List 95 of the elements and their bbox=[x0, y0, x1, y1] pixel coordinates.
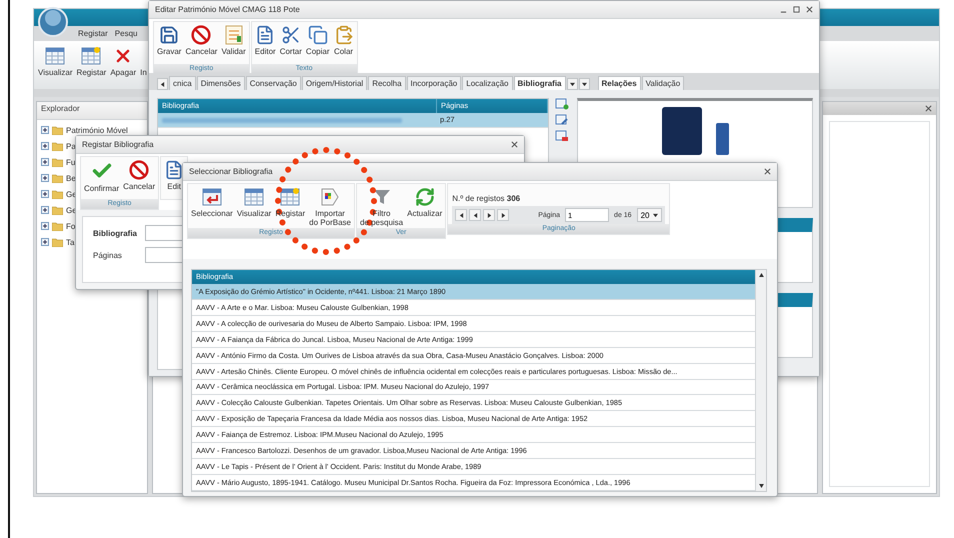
toolbar-button[interactable]: Apagar bbox=[108, 45, 138, 78]
dropdown-button[interactable] bbox=[578, 78, 590, 90]
toolbar-button[interactable]: Validar bbox=[219, 24, 248, 57]
document-icon bbox=[255, 25, 276, 45]
tree-item[interactable]: Ta bbox=[66, 238, 74, 246]
field-label: Bibliografia bbox=[93, 228, 138, 238]
toolbar-button[interactable]: Visualizar bbox=[234, 186, 274, 219]
last-page-button[interactable] bbox=[497, 209, 510, 221]
close-icon[interactable] bbox=[806, 6, 813, 13]
tree-item[interactable]: Fo bbox=[66, 222, 76, 230]
tree-item[interactable]: Património Móvel bbox=[66, 126, 128, 134]
document-icon bbox=[164, 160, 184, 180]
folder-icon bbox=[52, 238, 63, 246]
folder-icon bbox=[52, 222, 63, 230]
toolbar-button[interactable]: Visualizar bbox=[36, 45, 75, 78]
refresh-icon bbox=[414, 187, 435, 207]
toolbar-button[interactable]: Colar bbox=[332, 24, 356, 57]
tree-item[interactable]: Fu bbox=[66, 158, 76, 166]
toolbar-button[interactable]: Cancelar bbox=[183, 24, 220, 57]
window-title: Seleccionar Bibliografia bbox=[189, 167, 273, 176]
page-size-dropdown[interactable]: 20 bbox=[636, 208, 662, 222]
expand-icon[interactable] bbox=[41, 222, 49, 230]
toolbar-button[interactable]: Gravar bbox=[155, 24, 184, 57]
folder-icon bbox=[52, 158, 63, 166]
table-edit-icon[interactable] bbox=[555, 114, 569, 126]
expand-icon[interactable] bbox=[41, 238, 49, 246]
toolbar-button[interactable]: Edit bbox=[162, 159, 186, 192]
close-icon[interactable] bbox=[511, 141, 518, 148]
tab[interactable]: Incorporação bbox=[406, 76, 462, 90]
toolbar-button[interactable]: Cortar bbox=[278, 24, 304, 57]
photo-placeholder bbox=[662, 107, 702, 155]
scroll-down-icon[interactable] bbox=[758, 484, 764, 488]
expand-icon[interactable] bbox=[41, 206, 49, 214]
caret-left-icon bbox=[160, 82, 165, 86]
tree-item[interactable]: Be bbox=[66, 174, 76, 182]
checklist-icon bbox=[224, 25, 244, 45]
photo-placeholder bbox=[716, 123, 728, 155]
tab[interactable]: Bibliografia bbox=[514, 76, 566, 90]
folder-icon bbox=[52, 206, 63, 214]
scroll-left-button[interactable] bbox=[157, 78, 168, 90]
tab[interactable]: Relações bbox=[598, 76, 641, 90]
table-icon bbox=[244, 187, 264, 207]
toolbar-button[interactable]: Confirmar bbox=[82, 159, 122, 194]
close-icon[interactable] bbox=[764, 168, 771, 175]
toolbar-button[interactable]: In bbox=[138, 45, 149, 78]
toolbar-button[interactable]: Importar do PorBase bbox=[307, 186, 353, 228]
tab[interactable]: Conservação bbox=[246, 76, 301, 90]
first-page-button[interactable] bbox=[455, 209, 468, 221]
tab[interactable]: Validação bbox=[642, 76, 684, 90]
table-icon bbox=[45, 46, 66, 66]
toolbar-button[interactable]: Actualizar bbox=[405, 186, 444, 219]
next-page-button[interactable] bbox=[483, 209, 496, 221]
previous-page-button[interactable] bbox=[469, 209, 482, 221]
caret-down-icon bbox=[570, 82, 575, 86]
tab[interactable]: cnica bbox=[169, 76, 196, 90]
panel-title: Explorador bbox=[37, 102, 147, 120]
maximize-icon[interactable] bbox=[793, 6, 800, 13]
tab[interactable]: Dimensões bbox=[196, 76, 245, 90]
folder-icon bbox=[52, 126, 63, 134]
clipboard-icon bbox=[334, 25, 354, 45]
toolbar-button[interactable]: Registar bbox=[74, 45, 108, 78]
scissors-icon bbox=[280, 25, 301, 45]
folder-icon bbox=[52, 142, 63, 150]
expand-icon[interactable] bbox=[41, 174, 49, 182]
field-label: Páginas bbox=[93, 250, 123, 260]
table-delete-icon[interactable] bbox=[555, 130, 569, 142]
toolbar-button[interactable]: Registar bbox=[273, 186, 308, 219]
no-entry-icon bbox=[191, 25, 212, 45]
toolbar-button[interactable]: Copiar bbox=[304, 24, 332, 57]
color-document-icon bbox=[320, 187, 340, 207]
dropdown-button[interactable] bbox=[566, 78, 578, 90]
tab[interactable]: Localização bbox=[462, 76, 512, 90]
close-icon[interactable] bbox=[925, 105, 932, 112]
tab[interactable]: Recolha bbox=[368, 76, 406, 90]
window-title: Editar Património Móvel CMAG 118 Pote bbox=[155, 5, 300, 14]
menu-tab[interactable]: Registar bbox=[78, 29, 108, 38]
tab[interactable]: Origem/Historial bbox=[302, 76, 368, 90]
expand-icon[interactable] bbox=[41, 190, 49, 198]
window-title: Registar Bibliografia bbox=[82, 140, 154, 149]
caret-down-icon bbox=[582, 82, 587, 86]
copy-icon bbox=[308, 25, 328, 45]
expand-icon[interactable] bbox=[41, 126, 49, 134]
toolbar-button[interactable]: Editor bbox=[252, 24, 278, 57]
menu-tab[interactable]: Pesqu bbox=[114, 29, 138, 38]
tree-item[interactable]: Pa bbox=[66, 142, 76, 150]
scroll-up-icon[interactable] bbox=[758, 273, 764, 277]
expand-icon[interactable] bbox=[41, 142, 49, 150]
record-count: N.º de registos 306 bbox=[452, 194, 522, 203]
expand-icon[interactable] bbox=[41, 158, 49, 166]
folder-icon bbox=[52, 174, 63, 182]
table-add-icon[interactable] bbox=[555, 98, 569, 110]
toolbar-button[interactable]: Seleccionar bbox=[189, 186, 235, 219]
no-entry-icon bbox=[129, 160, 150, 180]
toolbar-button[interactable]: Cancelar bbox=[121, 159, 158, 192]
folder-icon bbox=[52, 190, 63, 198]
